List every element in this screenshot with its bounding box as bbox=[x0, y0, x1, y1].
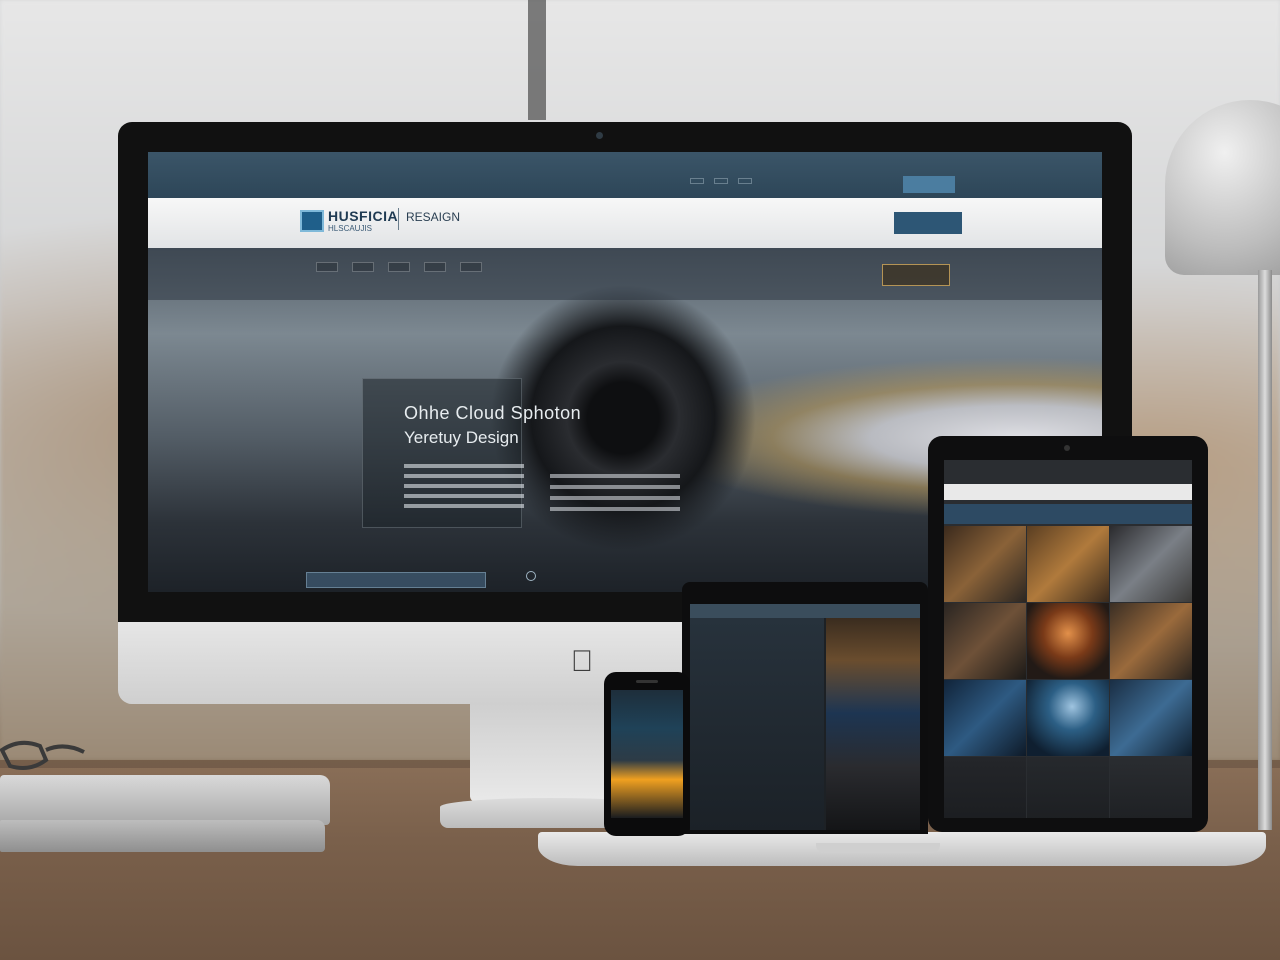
brand-subname: HLSCAUJIS bbox=[328, 224, 373, 233]
book-stack-top bbox=[0, 775, 330, 825]
tablet-grid-tile[interactable] bbox=[1027, 680, 1109, 756]
hero-secondary-text bbox=[550, 474, 680, 518]
hero-cta-button[interactable] bbox=[882, 264, 950, 286]
tablet-image-grid bbox=[944, 526, 1192, 818]
website-topbar bbox=[148, 152, 1102, 198]
hero-pagination bbox=[526, 571, 536, 581]
header-cta-button[interactable] bbox=[894, 212, 962, 234]
topbar-button[interactable] bbox=[903, 176, 955, 193]
website-header: HUSFICIA HLSCAUJIS RESAIGN bbox=[148, 198, 1102, 248]
laptop-left-column bbox=[690, 618, 824, 830]
hero-subtitle: Yeretuy Design bbox=[404, 428, 519, 447]
tablet-grid-tile[interactable] bbox=[1110, 680, 1192, 756]
tablet-grid-tile[interactable] bbox=[1110, 603, 1192, 679]
topbar-link-1[interactable] bbox=[690, 178, 704, 184]
slider-dot-icon[interactable] bbox=[526, 571, 536, 581]
background-pole bbox=[528, 0, 546, 120]
topbar-link-2[interactable] bbox=[714, 178, 728, 184]
smartphone-screen bbox=[611, 690, 683, 818]
tablet-header bbox=[944, 484, 1192, 500]
brand-logo-icon[interactable] bbox=[300, 210, 324, 232]
tablet-nav-band bbox=[944, 504, 1192, 524]
lamp-stem bbox=[1258, 270, 1272, 830]
topbar-link-3[interactable] bbox=[738, 178, 752, 184]
apple-logo-icon:  bbox=[568, 646, 596, 678]
hero-tab-1[interactable] bbox=[316, 262, 338, 272]
tablet-grid-tile[interactable] bbox=[944, 603, 1026, 679]
tablet-screen bbox=[944, 460, 1192, 818]
tablet-grid-tile[interactable] bbox=[944, 526, 1026, 602]
hero-tab-4[interactable] bbox=[424, 262, 446, 272]
topbar-links bbox=[690, 178, 752, 184]
tablet-grid-tile[interactable] bbox=[1027, 526, 1109, 602]
book-stack-bottom bbox=[0, 820, 325, 852]
hero-body-text bbox=[404, 464, 524, 514]
laptop-notch bbox=[816, 843, 940, 853]
phone-speaker-icon bbox=[636, 680, 658, 683]
laptop-right-column bbox=[826, 618, 920, 830]
laptop-site-header bbox=[690, 604, 920, 618]
tablet-grid-tile[interactable] bbox=[944, 757, 1026, 818]
tablet-grid-tile[interactable] bbox=[1027, 757, 1109, 818]
tablet-grid-tile[interactable] bbox=[1110, 757, 1192, 818]
brand-name[interactable]: HUSFICIA bbox=[328, 208, 398, 224]
hero-tabs bbox=[316, 262, 482, 272]
tablet-grid-tile[interactable] bbox=[1027, 603, 1109, 679]
tablet-grid-tile[interactable] bbox=[1110, 526, 1192, 602]
hero-tab-5[interactable] bbox=[460, 262, 482, 272]
hero-tab-2[interactable] bbox=[352, 262, 374, 272]
eyeglasses-icon bbox=[0, 740, 85, 770]
laptop-screen bbox=[690, 604, 920, 830]
logo-divider bbox=[398, 208, 399, 230]
hero-input-bar[interactable] bbox=[306, 572, 486, 588]
tablet-camera-icon bbox=[1064, 445, 1070, 451]
webcam-icon bbox=[596, 132, 603, 139]
tablet-grid-tile[interactable] bbox=[944, 680, 1026, 756]
hero-tab-3[interactable] bbox=[388, 262, 410, 272]
brand-tagline: RESAIGN bbox=[406, 210, 461, 224]
hero-title: Ohhe Cloud Sphoton bbox=[404, 403, 582, 423]
hero-tab-strip bbox=[148, 248, 1102, 300]
